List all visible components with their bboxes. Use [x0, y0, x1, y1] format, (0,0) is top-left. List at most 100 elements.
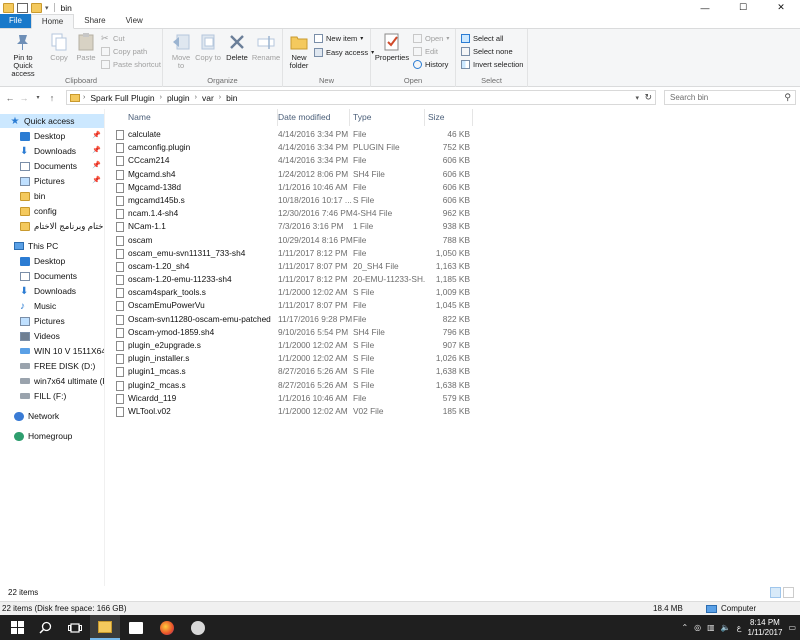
table-row[interactable]: oscam-1.20-emu-11233-sh4 1/11/2017 8:12 P…: [110, 273, 800, 286]
table-row[interactable]: CCcam214 4/14/2016 3:34 PM File 606 KB: [110, 154, 800, 167]
notifications-icon[interactable]: ▭: [788, 623, 796, 632]
new-folder-button[interactable]: New folder: [286, 32, 312, 70]
chevron-up-icon[interactable]: ⌃: [681, 623, 688, 632]
nav-quick-arabic-folder[interactable]: اختام وبرنامج الاختام: [0, 219, 104, 233]
table-row[interactable]: plugin_e2upgrade.s 1/1/2000 12:02 AM S Fil…: [110, 339, 800, 352]
volume-icon[interactable]: 🔈: [721, 623, 731, 632]
table-row[interactable]: ncam.1.4-sh4 12/30/2016 7:46 PM 4-SH4 File…: [110, 207, 800, 220]
table-row[interactable]: plugin2_mcas.s 8/27/2016 5:26 AM S File 1,6…: [110, 379, 800, 392]
nav-homegroup[interactable]: Homegroup: [0, 429, 104, 443]
forward-arrow-icon[interactable]: →: [17, 93, 31, 103]
address-bar[interactable]: › Spark Full Plugin › plugin › var › bin…: [66, 90, 656, 105]
table-row[interactable]: oscam 10/29/2014 8:16 PM File 788 KB: [110, 234, 800, 247]
rename-button[interactable]: Rename: [252, 32, 280, 62]
minimize-button[interactable]: —: [686, 0, 724, 15]
firefox-taskbar-button[interactable]: [152, 615, 182, 640]
column-header-name[interactable]: Name: [125, 109, 278, 126]
edit-button[interactable]: Edit: [413, 47, 438, 56]
close-button[interactable]: ✕: [762, 0, 800, 15]
copy-button[interactable]: Copy: [46, 32, 72, 62]
pin-to-quick-access-button[interactable]: Pin to Quick access: [3, 32, 43, 78]
table-row[interactable]: plugin_installer.s 1/1/2000 12:02 AM S Fil…: [110, 352, 800, 365]
invert-selection-button[interactable]: Invert selection: [461, 60, 523, 69]
address-dropdown-icon[interactable]: ▾: [635, 94, 639, 102]
delete-button[interactable]: Delete: [224, 32, 250, 62]
store-taskbar-button[interactable]: [121, 615, 151, 640]
search-input[interactable]: Search bin ⚲: [664, 90, 796, 105]
new-item-button[interactable]: New item ▾: [314, 34, 363, 43]
breadcrumb-bin[interactable]: bin: [224, 93, 239, 103]
nav-pc-music[interactable]: ♪ Music: [0, 299, 104, 313]
nav-pc-drive-c[interactable]: WIN 10 V 1511X64 (C: [0, 344, 104, 358]
breadcrumb-var[interactable]: var: [200, 93, 216, 103]
breadcrumb-plugin[interactable]: plugin: [165, 93, 192, 103]
nav-network[interactable]: Network: [0, 409, 104, 423]
table-row[interactable]: Mgcamd.sh4 1/24/2012 8:06 PM SH4 File 606 K…: [110, 168, 800, 181]
column-header-size[interactable]: Size: [425, 109, 473, 126]
history-button[interactable]: History: [413, 60, 448, 69]
table-row[interactable]: OscamEmuPowerVu 1/11/2017 8:07 PM File 1,04…: [110, 299, 800, 312]
table-row[interactable]: plugin1_mcas.s 8/27/2016 5:26 AM S File 1,6…: [110, 365, 800, 378]
table-row[interactable]: Mgcamd-138d 1/1/2016 10:46 AM File 606 KB: [110, 181, 800, 194]
table-row[interactable]: Wicardd_119 1/1/2016 10:46 AM File 579 KB: [110, 392, 800, 405]
refresh-icon[interactable]: ↻: [644, 92, 652, 103]
table-row[interactable]: Oscam-ymod-1859.sh4 9/10/2016 5:54 PM SH4 …: [110, 326, 800, 339]
task-view-button[interactable]: [60, 615, 90, 640]
nav-quick-downloads[interactable]: ⬇ Downloads 📌: [0, 144, 104, 158]
tab-file[interactable]: File: [0, 14, 31, 28]
table-row[interactable]: camconfig.plugin 4/14/2016 3:34 PM PLUGIN …: [110, 141, 800, 154]
breadcrumb-spark-full-plugin[interactable]: Spark Full Plugin: [88, 93, 156, 103]
nav-pc-drive-f[interactable]: FILL (F:): [0, 389, 104, 403]
select-none-button[interactable]: Select none: [461, 47, 513, 56]
table-row[interactable]: oscam4spark_tools.s 1/1/2000 12:02 AM S Fi…: [110, 286, 800, 299]
nav-quick-desktop[interactable]: Desktop 📌: [0, 129, 104, 143]
move-to-button[interactable]: Move to: [168, 32, 194, 70]
cut-button[interactable]: ✂ Cut: [101, 34, 125, 44]
nav-quick-pictures[interactable]: Pictures 📌: [0, 174, 104, 188]
nav-pc-drive-d[interactable]: FREE DISK (D:): [0, 359, 104, 373]
paste-shortcut-button[interactable]: Paste shortcut: [101, 60, 161, 69]
tab-home[interactable]: Home: [30, 14, 75, 29]
table-row[interactable]: NCam-1.1 7/3/2016 3:16 PM 1 File 938 KB: [110, 220, 800, 233]
recent-locations-chevron-icon[interactable]: ▾: [31, 94, 45, 101]
table-row[interactable]: Oscam-svn11280-oscam-emu-patched 11/17/20…: [110, 313, 800, 326]
nav-pc-documents[interactable]: Documents: [0, 269, 104, 283]
network-icon[interactable]: ▥: [707, 623, 715, 632]
details-view-icon[interactable]: [770, 587, 781, 598]
nav-pc-pictures[interactable]: Pictures: [0, 314, 104, 328]
customize-toolbar-icon[interactable]: ▾: [45, 4, 49, 12]
app-taskbar-button[interactable]: [183, 615, 213, 640]
nav-pc-downloads[interactable]: ⬇ Downloads: [0, 284, 104, 298]
paste-button[interactable]: Paste: [74, 32, 98, 62]
table-row[interactable]: WLTool.v02 1/1/2000 12:02 AM V02 File 185 K…: [110, 405, 800, 418]
properties-button[interactable]: Properties: [375, 32, 409, 62]
up-arrow-icon[interactable]: ↑: [45, 93, 59, 103]
nav-quick-documents[interactable]: Documents 📌: [0, 159, 104, 173]
nav-quick-config[interactable]: config: [0, 204, 104, 218]
column-header-date[interactable]: Date modified: [275, 109, 350, 126]
nav-pc-desktop[interactable]: Desktop: [0, 254, 104, 268]
input-language[interactable]: ع: [737, 623, 742, 632]
tab-share[interactable]: Share: [74, 14, 115, 28]
file-explorer-taskbar-button[interactable]: [90, 615, 120, 640]
back-arrow-icon[interactable]: ←: [3, 93, 17, 103]
maximize-button[interactable]: ☐: [724, 0, 762, 15]
open-button[interactable]: Open ▾: [413, 34, 449, 43]
new-folder-icon[interactable]: [31, 2, 42, 13]
app-tray-icon[interactable]: ◎: [694, 623, 701, 632]
easy-access-button[interactable]: Easy access ▾: [314, 48, 374, 57]
table-row[interactable]: mgcamd145b.s 10/18/2016 10:17 ... S File 60…: [110, 194, 800, 207]
copy-to-button[interactable]: Copy to: [195, 32, 221, 62]
table-row[interactable]: oscam_emu-svn11311_733-sh4 1/11/2017 8:12…: [110, 247, 800, 260]
start-button[interactable]: [2, 615, 32, 640]
large-icons-view-icon[interactable]: [783, 587, 794, 598]
copy-path-button[interactable]: Copy path: [101, 47, 147, 56]
clock[interactable]: 8:14 PM 1/11/2017: [747, 618, 782, 638]
nav-quick-access[interactable]: ★ Quick access: [0, 114, 104, 128]
nav-pc-videos[interactable]: Videos: [0, 329, 104, 343]
column-header-type[interactable]: Type: [350, 109, 425, 126]
nav-quick-bin[interactable]: bin: [0, 189, 104, 203]
nav-pc-drive-e[interactable]: win7x64 ultimate (E:): [0, 374, 104, 388]
properties-icon[interactable]: [17, 2, 28, 13]
search-taskbar-button[interactable]: [30, 615, 60, 640]
